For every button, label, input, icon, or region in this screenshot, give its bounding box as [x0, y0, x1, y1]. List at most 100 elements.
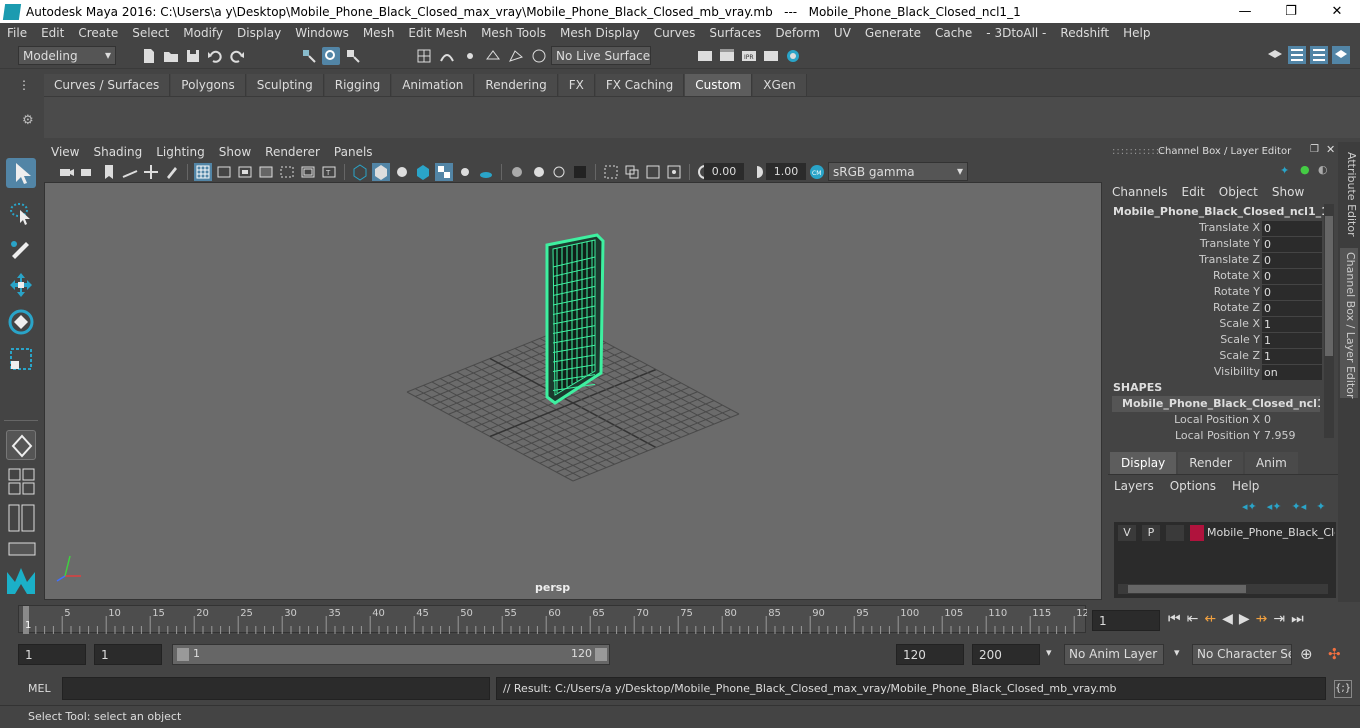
- menu-curves[interactable]: Curves: [647, 26, 703, 40]
- layer-playback-toggle[interactable]: P: [1142, 525, 1160, 541]
- menu-surfaces[interactable]: Surfaces: [702, 26, 768, 40]
- snap-point-icon[interactable]: [461, 47, 479, 65]
- default-material-icon[interactable]: [393, 163, 411, 181]
- toggle-channel-box-icon[interactable]: [1332, 46, 1350, 64]
- xray-components-icon[interactable]: [665, 163, 683, 181]
- viewport-menu-lighting[interactable]: Lighting: [149, 145, 212, 159]
- safe-title-icon[interactable]: T: [320, 163, 338, 181]
- channel-value-rotate-z[interactable]: 0: [1262, 301, 1322, 316]
- close-panel-icon[interactable]: ✕: [1326, 143, 1335, 156]
- step-forward-frame-icon[interactable]: ⇥: [1273, 611, 1285, 627]
- camera-select-icon[interactable]: [58, 163, 76, 181]
- graph-layout-icon[interactable]: [8, 542, 36, 556]
- animation-preferences-icon[interactable]: ✣: [1328, 645, 1341, 663]
- shelf-tab-curves-surfaces[interactable]: Curves / Surfaces: [44, 74, 171, 96]
- channel-value-translate-y[interactable]: 0: [1262, 237, 1322, 252]
- channel-value-rotate-y[interactable]: 0: [1262, 285, 1322, 300]
- viewport-menu-renderer[interactable]: Renderer: [258, 145, 327, 159]
- new-scene-icon[interactable]: [140, 47, 158, 65]
- shadows-icon[interactable]: [477, 163, 495, 181]
- gamma-icon[interactable]: [748, 163, 766, 181]
- channel-value-scale-y[interactable]: 1: [1262, 333, 1322, 348]
- shape-node-name[interactable]: Mobile_Phone_Black_Closed_ncl1_1...: [1112, 396, 1320, 412]
- wireframe-shading-icon[interactable]: [351, 163, 369, 181]
- menu-mesh[interactable]: Mesh: [356, 26, 402, 40]
- current-frame-field[interactable]: 1: [1092, 610, 1160, 631]
- hypershade-icon[interactable]: [784, 47, 802, 65]
- new-layer-selected-icon[interactable]: ✦: [1316, 500, 1325, 513]
- shelf-options-icon[interactable]: ⋮: [18, 78, 30, 92]
- outliner-layout-icon[interactable]: [8, 504, 36, 532]
- toggle-attribute-editor-icon[interactable]: [1310, 46, 1328, 64]
- layer-color-swatch[interactable]: [1190, 525, 1204, 541]
- cb-icon-3[interactable]: ◐: [1318, 163, 1328, 176]
- viewport-menu-shading[interactable]: Shading: [86, 145, 149, 159]
- textured-icon[interactable]: [435, 163, 453, 181]
- shelf-tab-sculpting[interactable]: Sculpting: [246, 74, 324, 96]
- menu-modify[interactable]: Modify: [176, 26, 230, 40]
- single-perspective-layout-icon[interactable]: [6, 430, 36, 460]
- menu-create[interactable]: Create: [71, 26, 125, 40]
- camera-attributes-icon[interactable]: [79, 163, 97, 181]
- layer-hscrollbar[interactable]: [1118, 584, 1328, 594]
- perspective-viewport[interactable]: persp: [44, 182, 1102, 600]
- menu-cache[interactable]: Cache: [928, 26, 979, 40]
- channel-label-translate-y[interactable]: Translate Y: [1108, 236, 1260, 252]
- menu-mesh-tools[interactable]: Mesh Tools: [474, 26, 553, 40]
- motion-blur-icon[interactable]: [529, 163, 547, 181]
- animation-end-field[interactable]: 200: [972, 644, 1040, 665]
- shelf-tab-fx[interactable]: FX: [558, 74, 595, 96]
- channel-menu-object[interactable]: Object: [1219, 185, 1258, 199]
- shelf-tab-custom[interactable]: Custom: [685, 74, 753, 96]
- step-back-frame-icon[interactable]: ⇤: [1187, 611, 1199, 627]
- isolate-select-icon[interactable]: [602, 163, 620, 181]
- go-to-end-icon[interactable]: ⏭: [1291, 611, 1304, 627]
- channel-value-visibility[interactable]: on: [1262, 365, 1322, 380]
- shape-channel-value-local-position-x[interactable]: 0: [1264, 413, 1271, 426]
- maximize-button[interactable]: ❐: [1268, 0, 1314, 23]
- range-end-handle[interactable]: [595, 648, 607, 661]
- menu-uv[interactable]: UV: [827, 26, 858, 40]
- range-slider[interactable]: 1 120: [172, 644, 610, 665]
- channel-scrollbar[interactable]: [1324, 204, 1334, 438]
- render-frame-icon[interactable]: [718, 47, 736, 65]
- channel-label-rotate-y[interactable]: Rotate Y: [1108, 284, 1260, 300]
- shelf-tab-xgen[interactable]: XGen: [753, 74, 807, 96]
- shape-channel-label-local-position-y[interactable]: Local Position Y: [1108, 428, 1260, 444]
- shape-channel-value-local-position-y[interactable]: 7.959: [1264, 429, 1296, 442]
- anim-layer-dropdown[interactable]: No Anim Layer: [1064, 644, 1164, 665]
- channel-label-rotate-x[interactable]: Rotate X: [1108, 268, 1260, 284]
- shelf-tab-fx-caching[interactable]: FX Caching: [595, 74, 685, 96]
- step-forward-key-icon[interactable]: ⇸: [1256, 611, 1268, 627]
- xray-icon[interactable]: [623, 163, 641, 181]
- layer-display-type-toggle[interactable]: [1166, 525, 1184, 541]
- channel-box-tab[interactable]: Channel Box / Layer Editor: [1340, 248, 1358, 399]
- attribute-editor-tab[interactable]: Attribute Editor: [1340, 152, 1358, 242]
- snap-grid-icon[interactable]: [415, 47, 433, 65]
- new-layer-icon[interactable]: ✦◂: [1292, 500, 1307, 513]
- film-gate-icon[interactable]: [215, 163, 233, 181]
- snap-view-plane-icon[interactable]: [484, 47, 502, 65]
- channel-label-translate-x[interactable]: Translate X: [1108, 220, 1260, 236]
- viewport-menu-show[interactable]: Show: [212, 145, 258, 159]
- layer-tab-render[interactable]: Render: [1178, 452, 1243, 474]
- mode-selector[interactable]: Modeling ▾: [18, 46, 116, 65]
- exposure-field[interactable]: 0.00: [704, 163, 744, 180]
- screen-space-ao-icon[interactable]: [508, 163, 526, 181]
- layer-menu-help[interactable]: Help: [1232, 479, 1259, 493]
- channel-value-translate-x[interactable]: 0: [1262, 221, 1322, 236]
- shelf-tab-rendering[interactable]: Rendering: [475, 74, 558, 96]
- scale-tool-icon[interactable]: [6, 344, 36, 374]
- close-button[interactable]: ✕: [1314, 0, 1360, 23]
- use-all-lights-icon[interactable]: [456, 163, 474, 181]
- snap-surface-icon[interactable]: [507, 47, 525, 65]
- select-tool-icon[interactable]: [6, 158, 36, 188]
- shelf-tab-animation[interactable]: Animation: [392, 74, 475, 96]
- image-plane-icon[interactable]: [121, 163, 139, 181]
- ipr-render-icon[interactable]: IPR: [740, 47, 758, 65]
- live-surface-field[interactable]: No Live Surface: [551, 46, 651, 65]
- play-forwards-icon[interactable]: ▶: [1239, 611, 1250, 627]
- layer-name[interactable]: Mobile_Phone_Black_Clc: [1207, 525, 1335, 541]
- channel-label-scale-z[interactable]: Scale Z: [1108, 348, 1260, 364]
- channel-value-scale-z[interactable]: 1: [1262, 349, 1322, 364]
